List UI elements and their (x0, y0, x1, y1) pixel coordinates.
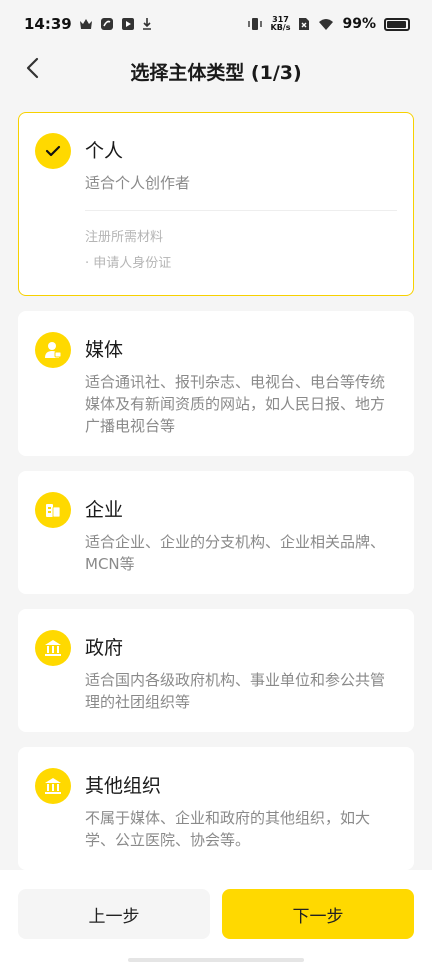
next-step-button[interactable]: 下一步 (222, 889, 414, 939)
net-speed: 317 KB/s (271, 16, 291, 32)
battery-icon (384, 17, 410, 31)
option-media[interactable]: 媒体 适合通讯社、报刊杂志、电视台、电台等传统媒体及有新闻资质的网站，如人民日报… (18, 311, 414, 456)
play-store-icon (121, 17, 135, 31)
bottom-action-bar: 上一步 下一步 (0, 870, 432, 964)
page-title: 选择主体类型 (1/3) (130, 61, 302, 84)
previous-step-button[interactable]: 上一步 (18, 889, 210, 939)
no-sim-icon (298, 17, 310, 31)
option-title: 媒体 (85, 339, 124, 361)
option-title: 其他组织 (85, 775, 162, 797)
vibrate-icon (247, 17, 263, 31)
option-title: 企业 (85, 499, 124, 521)
option-other-organization[interactable]: 其他组织 不属于媒体、企业和政府的其他组织，如大学、公立医院、协会等。 (18, 747, 414, 870)
enterprise-building-icon (35, 492, 71, 528)
option-enterprise[interactable]: 企业 适合企业、企业的分支机构、企业相关品牌、MCN等 (18, 471, 414, 594)
wifi-icon (318, 18, 334, 31)
option-desc: 适合通讯社、报刊杂志、电视台、电台等传统媒体及有新闻资质的网站，如人民日报、地方… (85, 373, 386, 435)
crown-icon (79, 18, 93, 30)
divider (85, 210, 397, 211)
entity-type-list: 个人 适合个人创作者 注册所需材料 · 申请人身份证 媒体 适合通讯社、报刊杂志… (18, 112, 414, 885)
status-time: 14:39 (24, 15, 72, 33)
government-building-icon (35, 630, 71, 666)
option-desc: 适合企业、企业的分支机构、企业相关品牌、MCN等 (85, 533, 386, 573)
option-title: 政府 (85, 637, 124, 659)
option-desc: 适合个人创作者 (85, 174, 191, 192)
media-person-icon (35, 332, 71, 368)
page-header: 选择主体类型 (1/3) (0, 48, 432, 94)
materials-label: 注册所需材料 (85, 230, 164, 245)
app-notification-icon (100, 17, 114, 31)
option-title: 个人 (85, 140, 124, 162)
download-icon (142, 17, 152, 31)
home-indicator (128, 958, 304, 962)
net-speed-unit: KB/s (270, 23, 291, 32)
option-personal[interactable]: 个人 适合个人创作者 注册所需材料 · 申请人身份证 (18, 112, 414, 296)
back-button[interactable] (16, 54, 48, 86)
organization-building-icon (35, 768, 71, 804)
option-desc: 不属于媒体、企业和政府的其他组织，如大学、公立医院、协会等。 (85, 809, 371, 849)
check-icon (35, 133, 71, 169)
option-government[interactable]: 政府 适合国内各级政府机构、事业单位和参公共管理的社团组织等 (18, 609, 414, 732)
materials-item: · 申请人身份证 (85, 256, 172, 271)
status-bar: 14:39 317 KB/s 99% (0, 0, 432, 48)
back-arrow-icon (25, 57, 39, 83)
battery-percent: 99% (342, 16, 376, 32)
option-desc: 适合国内各级政府机构、事业单位和参公共管理的社团组织等 (85, 671, 386, 711)
